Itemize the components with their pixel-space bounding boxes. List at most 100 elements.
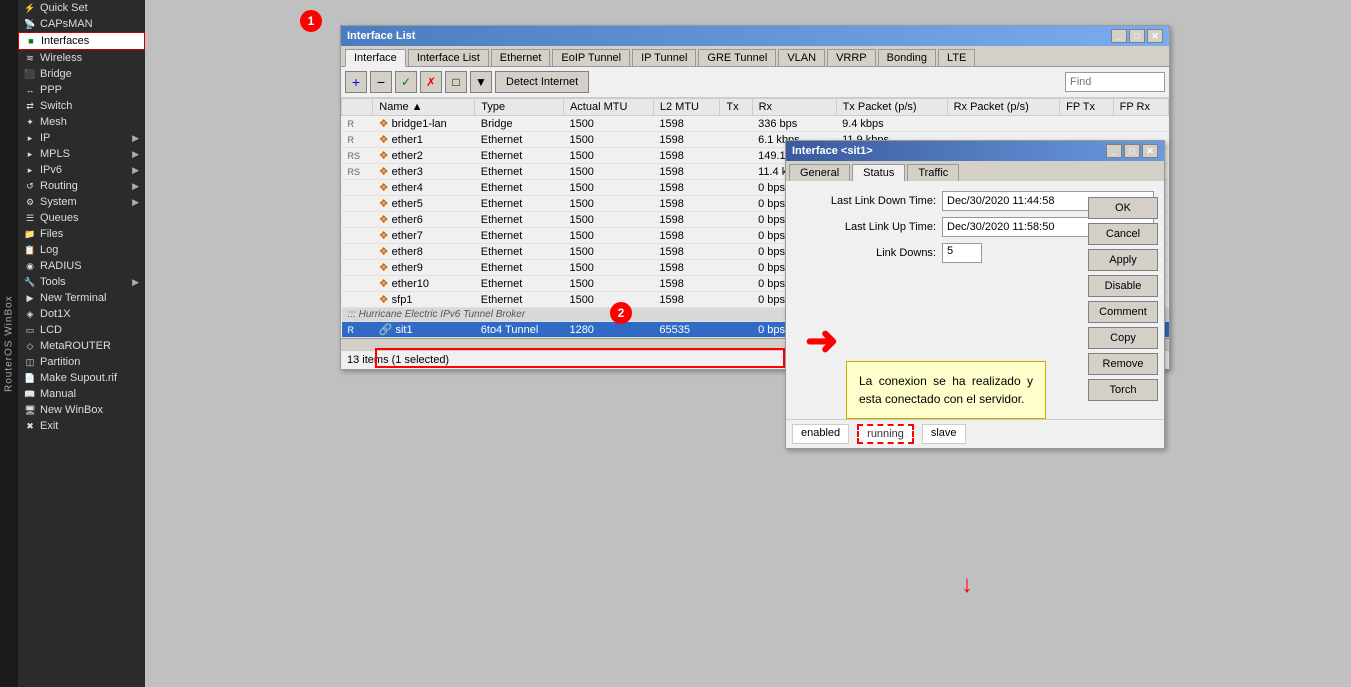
apply-button[interactable]: Apply [1088, 249, 1158, 271]
col-flag[interactable] [342, 99, 373, 116]
sidebar-item-ipv6[interactable]: ▸ IPv6 ▶ [18, 162, 145, 178]
tab-interface[interactable]: Interface [345, 49, 406, 67]
sidebar-item-radius[interactable]: ◉ RADIUS [18, 258, 145, 274]
sidebar-item-partition[interactable]: ◫ Partition [18, 354, 145, 370]
add-button[interactable]: + [345, 71, 367, 93]
col-fp-tx[interactable]: FP Tx [1060, 99, 1114, 116]
row-actual-mtu: 1500 [563, 116, 653, 132]
sidebar-item-switch[interactable]: ⇄ Switch [18, 98, 145, 114]
sidebar-item-metarouter[interactable]: ◇ MetaROUTER [18, 338, 145, 354]
tab-ip-tunnel[interactable]: IP Tunnel [632, 49, 696, 66]
tab-gre-tunnel[interactable]: GRE Tunnel [698, 49, 776, 66]
col-rx[interactable]: Rx [752, 99, 836, 116]
minimize-button[interactable]: _ [1111, 29, 1127, 43]
cancel-button[interactable]: Cancel [1088, 223, 1158, 245]
row-tx [720, 212, 752, 228]
enable-button[interactable]: ✓ [395, 71, 417, 93]
sidebar-item-ip[interactable]: ▸ IP ▶ [18, 130, 145, 146]
detail-maximize-button[interactable]: □ [1124, 144, 1140, 158]
maximize-button[interactable]: □ [1129, 29, 1145, 43]
copy-button[interactable]: Copy [1088, 327, 1158, 349]
disable-button[interactable]: ✗ [420, 71, 442, 93]
sidebar-item-bridge[interactable]: ⬛ Bridge [18, 66, 145, 82]
sidebar-item-mpls[interactable]: ▸ MPLS ▶ [18, 146, 145, 162]
remove-button[interactable]: Remove [1088, 353, 1158, 375]
detail-minimize-button[interactable]: _ [1106, 144, 1122, 158]
row-flag [342, 260, 373, 276]
detail-footer: enabled running slave [786, 419, 1164, 448]
detail-close-button[interactable]: ✕ [1142, 144, 1158, 158]
detect-internet-button[interactable]: Detect Internet [495, 71, 589, 93]
row-actual-mtu: 1500 [563, 260, 653, 276]
sidebar-item-capsman[interactable]: 📡 CAPsMAN [18, 16, 145, 32]
sidebar-item-system[interactable]: ⚙ System ▶ [18, 194, 145, 210]
sidebar-item-lcd[interactable]: ▭ LCD [18, 322, 145, 338]
col-rx-pps[interactable]: Rx Packet (p/s) [947, 99, 1060, 116]
link-downs-label: Link Downs: [796, 247, 936, 259]
tab-interface-list[interactable]: Interface List [408, 49, 489, 66]
tab-general[interactable]: General [789, 164, 850, 181]
sidebar-item-label: Mesh [40, 116, 67, 128]
sidebar-item-mesh[interactable]: ✦ Mesh [18, 114, 145, 130]
footer-running: running [857, 424, 914, 444]
copy-button[interactable]: □ [445, 71, 467, 93]
filter-button[interactable]: ▼ [470, 71, 492, 93]
sidebar-item-label: MetaROUTER [40, 340, 111, 352]
row-flag [342, 244, 373, 260]
sidebar-item-ppp[interactable]: ↔ PPP [18, 82, 145, 98]
sidebar-item-log[interactable]: 📋 Log [18, 242, 145, 258]
sidebar-item-wireless[interactable]: ≋ Wireless [18, 50, 145, 66]
sidebar-item-tools[interactable]: 🔧 Tools ▶ [18, 274, 145, 290]
sidebar-item-files[interactable]: 📁 Files [18, 226, 145, 242]
sidebar-item-new-winbox[interactable]: 🖥 New WinBox [18, 402, 145, 418]
tab-vlan[interactable]: VLAN [778, 49, 825, 66]
row-type: Ethernet [475, 260, 564, 276]
col-fp-rx[interactable]: FP Rx [1113, 99, 1168, 116]
tab-lte[interactable]: LTE [938, 49, 975, 66]
sidebar-item-dot1x[interactable]: ◈ Dot1X [18, 306, 145, 322]
col-l2-mtu[interactable]: L2 MTU [653, 99, 720, 116]
sidebar-item-label: Bridge [40, 68, 72, 80]
sidebar-item-interfaces[interactable]: ■ Interfaces [18, 32, 145, 50]
mpls-icon: ▸ [24, 148, 36, 160]
tab-eoip-tunnel[interactable]: EoIP Tunnel [552, 49, 630, 66]
sidebar-item-queues[interactable]: ☰ Queues [18, 210, 145, 226]
tab-bonding[interactable]: Bonding [878, 49, 936, 66]
col-type[interactable]: Type [475, 99, 564, 116]
find-input[interactable] [1065, 72, 1165, 92]
col-actual-mtu[interactable]: Actual MTU [563, 99, 653, 116]
row-l2-mtu: 1598 [653, 228, 720, 244]
tab-status[interactable]: Status [852, 164, 905, 181]
sidebar-item-exit[interactable]: ✖ Exit [18, 418, 145, 434]
tab-ethernet[interactable]: Ethernet [491, 49, 551, 66]
torch-button[interactable]: Torch [1088, 379, 1158, 401]
row-actual-mtu: 1500 [563, 212, 653, 228]
remove-button[interactable]: − [370, 71, 392, 93]
col-name[interactable]: Name ▲ [373, 99, 475, 116]
row-actual-mtu: 1280 [563, 322, 653, 338]
row-actual-mtu: 1500 [563, 148, 653, 164]
sidebar-item-quick-set[interactable]: ⚡ Quick Set [18, 0, 145, 16]
sidebar-item-label: New WinBox [40, 404, 103, 416]
row-flag [342, 228, 373, 244]
col-tx[interactable]: Tx [720, 99, 752, 116]
row-flag [342, 292, 373, 308]
disable-button[interactable]: Disable [1088, 275, 1158, 297]
exit-icon: ✖ [24, 420, 36, 432]
table-row[interactable]: R ❖bridge1-lan Bridge 1500 1598 336 bps … [342, 116, 1169, 132]
footer-enabled: enabled [792, 424, 849, 444]
sidebar-item-make-supout[interactable]: 📄 Make Supout.rif [18, 370, 145, 386]
ok-button[interactable]: OK [1088, 197, 1158, 219]
row-name: ❖ether3 [373, 164, 475, 180]
row-type: Ethernet [475, 292, 564, 308]
close-button[interactable]: ✕ [1147, 29, 1163, 43]
sidebar-item-label: MPLS [40, 148, 70, 160]
sidebar: RouterOS WinBox ⚡ Quick Set 📡 CAPsMAN ■ … [0, 0, 145, 687]
comment-button[interactable]: Comment [1088, 301, 1158, 323]
sidebar-item-manual[interactable]: 📖 Manual [18, 386, 145, 402]
col-tx-pps[interactable]: Tx Packet (p/s) [836, 99, 947, 116]
tab-traffic[interactable]: Traffic [907, 164, 959, 181]
tab-vrrp[interactable]: VRRP [827, 49, 876, 66]
sidebar-item-routing[interactable]: ↺ Routing ▶ [18, 178, 145, 194]
sidebar-item-new-terminal[interactable]: ▶ New Terminal [18, 290, 145, 306]
